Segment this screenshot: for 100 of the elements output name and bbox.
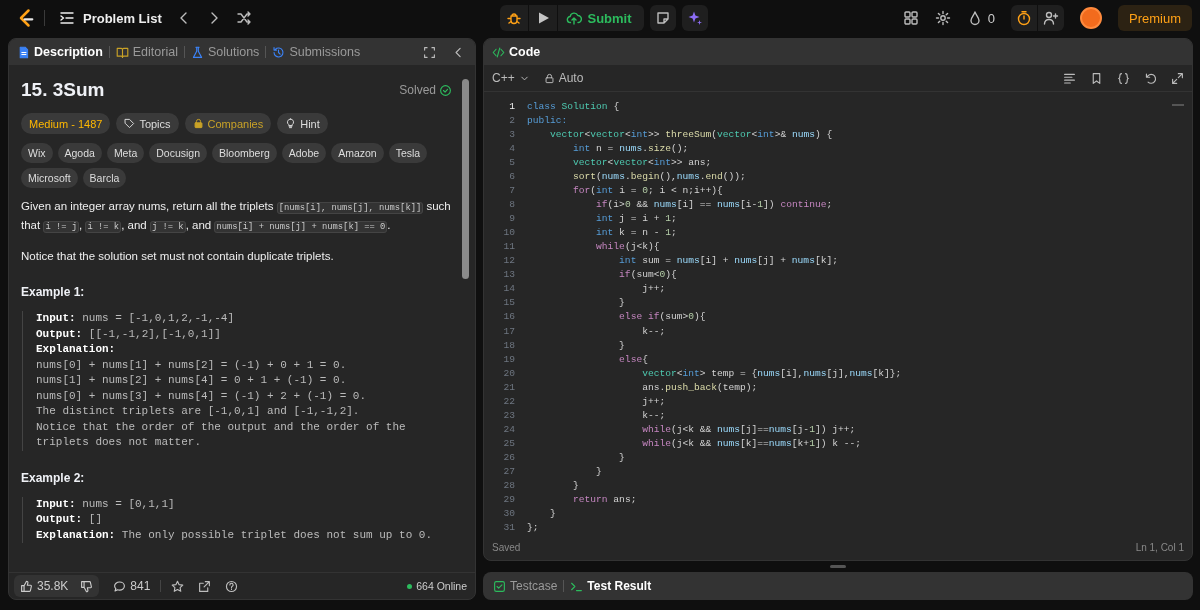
code-line: }	[595, 464, 603, 479]
tab[interactable]: Submissions	[272, 45, 361, 59]
line-number: 26	[502, 450, 515, 465]
code-line: vector<vector<int>> ans;	[572, 156, 713, 171]
code-line: while(j<k && nums[k]==nums[k+1]) k --;	[641, 436, 862, 451]
example-line: nums[0] + nums[1] + nums[2] = (-1) + 0 + 1 = 0.	[36, 357, 348, 373]
scrollbar-thumb[interactable]	[462, 79, 469, 279]
company-tag[interactable]: Tesla	[388, 143, 428, 163]
tab[interactable]: Testcase	[493, 579, 558, 593]
code-line: public:	[527, 114, 569, 129]
company-tag[interactable]: Barcla	[82, 168, 127, 188]
settings-icon[interactable]	[934, 10, 951, 26]
example-line: Notice that the order of the output and the order of the triplets does not matter.	[36, 419, 407, 450]
language-dropdown[interactable]: C++	[492, 71, 530, 85]
note-icon	[654, 10, 671, 26]
tab[interactable]: Editorial	[115, 45, 178, 59]
example-line: Explanation:	[36, 342, 117, 357]
code-line: int n = nums.size();	[572, 142, 690, 157]
tab[interactable]: Code	[492, 45, 541, 59]
bookmark-icon[interactable]	[1090, 71, 1103, 85]
checkbox-icon	[493, 579, 506, 593]
tab[interactable]: Test Result	[570, 579, 652, 593]
code-line: else if(sum>0){	[618, 310, 707, 325]
mode-label[interactable]: Auto	[543, 71, 584, 85]
code-line: return ans;	[572, 492, 638, 507]
ai-button[interactable]	[681, 5, 708, 31]
example-heading: Example 1:	[21, 285, 86, 299]
comments-button[interactable]: 841	[113, 579, 151, 593]
company-tag[interactable]: Bloomberg	[212, 143, 277, 163]
company-tag[interactable]: Wix	[21, 143, 53, 163]
line-number: 12	[502, 254, 515, 269]
company-tag[interactable]: Microsoft	[21, 168, 78, 188]
tag-icon	[124, 118, 136, 129]
reset-icon[interactable]	[1144, 71, 1157, 85]
code-line: }	[618, 338, 626, 353]
star-icon[interactable]	[171, 579, 185, 593]
history-icon	[272, 45, 286, 59]
line-number: 9	[508, 212, 515, 227]
code-line: for(int i = 0; i < n;i++){	[572, 184, 724, 199]
company-tag[interactable]: Agoda	[57, 143, 102, 163]
minimap-marker	[1172, 104, 1184, 106]
line-number: 8	[508, 198, 515, 213]
avatar[interactable]	[1080, 7, 1102, 29]
check-circle-icon	[439, 83, 452, 97]
line-number: 20	[502, 366, 515, 381]
document-icon	[17, 45, 30, 59]
expand-icon[interactable]	[1171, 71, 1184, 85]
hint-button[interactable]: Hint	[277, 113, 328, 134]
fullscreen-icon[interactable]	[423, 45, 436, 59]
code-line: int j = i + 1;	[595, 212, 678, 227]
company-tag[interactable]: Meta	[106, 143, 145, 163]
note-button[interactable]	[649, 5, 676, 31]
cursor-position: Ln 1, Col 1	[1135, 541, 1184, 553]
line-number: 3	[508, 128, 515, 143]
bulb-icon	[285, 118, 297, 129]
grid-icon[interactable]	[902, 10, 919, 26]
line-number: 5	[508, 156, 515, 171]
resize-handle[interactable]	[830, 565, 846, 568]
tab[interactable]: Solutions	[190, 45, 260, 59]
tab[interactable]: Description	[17, 45, 103, 59]
problem-list-link[interactable]: Problem List	[59, 10, 162, 26]
company-tag[interactable]: Adobe	[281, 143, 327, 163]
line-number: 6	[508, 170, 515, 185]
code-line: int k = n - 1;	[595, 226, 678, 241]
example-line: Explanation: The only possible triplet does not sum up to 0.	[36, 527, 434, 543]
line-number: 30	[502, 506, 515, 521]
line-number: 13	[502, 268, 515, 283]
code-line: j++;	[641, 282, 667, 297]
line-number: 2	[508, 114, 515, 129]
companies-button[interactable]: Companies	[184, 113, 272, 134]
help-icon[interactable]	[225, 579, 239, 593]
book-icon	[115, 45, 129, 59]
problem-note: Notice that the solution set must not contain duplicate triplets.	[21, 249, 335, 264]
lock-icon	[192, 118, 204, 129]
code-line: class Solution {	[527, 100, 621, 114]
code-icon	[492, 45, 505, 59]
share-icon[interactable]	[198, 579, 212, 593]
line-number: 7	[508, 184, 515, 199]
solved-status: Solved	[399, 83, 452, 97]
format-icon[interactable]	[1063, 71, 1076, 85]
company-tag[interactable]: Docusign	[149, 143, 207, 163]
premium-button[interactable]: Premium	[1118, 5, 1192, 31]
shuffle-icon[interactable]	[235, 10, 252, 26]
code-line: if(sum<0){	[618, 268, 678, 283]
line-number: 16	[502, 310, 515, 325]
line-number: 19	[502, 352, 515, 367]
timer-icon	[1016, 10, 1032, 26]
save-status: Saved	[492, 541, 521, 553]
line-number: 1	[508, 100, 515, 114]
thumbs-down-icon	[80, 579, 94, 593]
topics-button[interactable]: Topics	[116, 113, 179, 134]
streak-counter[interactable]: 0	[966, 10, 995, 26]
code-line: j++;	[641, 394, 667, 409]
line-number: 11	[502, 240, 515, 255]
braces-icon[interactable]	[1117, 71, 1130, 85]
example-line: Input: nums = [-1,0,1,2,-1,-4]	[36, 311, 236, 326]
line-number: 25	[502, 436, 515, 451]
example-line: nums[0] + nums[3] + nums[4] = (-1) + 2 + (-1) = 0.	[36, 388, 368, 404]
company-tag[interactable]: Amazon	[331, 143, 384, 163]
comment-icon	[113, 579, 127, 593]
